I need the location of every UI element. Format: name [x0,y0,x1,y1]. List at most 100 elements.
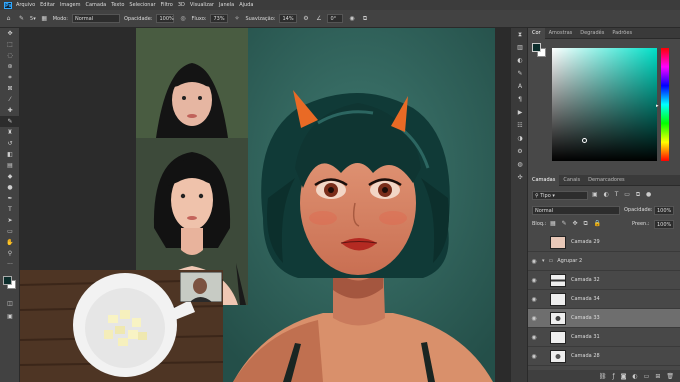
eraser-tool-icon[interactable]: ◧ [0,149,20,160]
airbrush-icon[interactable]: ✧ [232,14,241,23]
hue-slider[interactable] [661,48,669,161]
quick-select-tool-icon[interactable]: ⊛ [0,61,20,72]
new-layer-icon[interactable]: ⊞ [655,373,660,380]
adjustments-icon[interactable]: ◐ [511,54,529,67]
properties-icon[interactable]: ▥ [511,41,529,54]
layer-row[interactable]: ◉ Camada 31 [528,328,680,347]
angle-field[interactable]: 0° [327,14,344,23]
layer-filter-icons[interactable]: ▣ ◐ T ▭ ⧉ ● [592,191,653,199]
trash-icon[interactable]: 🗑 [666,373,674,380]
layer-opacity-field[interactable]: 100% [654,206,674,215]
frame-tool-icon[interactable]: ⊠ [0,83,20,94]
eye-icon[interactable]: ◉ [528,296,540,303]
layer-row-selected[interactable]: ◉ Camada 33 [528,309,680,328]
new-group-icon[interactable]: ▭ [644,373,650,380]
color-picker-handle[interactable] [582,138,587,143]
zoom-tool-icon[interactable]: ⚲ [0,248,20,259]
layer-row[interactable]: ◉ Camada 32 [528,271,680,290]
color-field[interactable] [552,48,657,161]
color-swatches[interactable] [3,276,17,290]
history-icon[interactable]: ⧗ [511,28,529,41]
menu-3d[interactable]: 3D [178,2,185,8]
tab-amostras[interactable]: Amostras [545,28,577,39]
eye-icon[interactable]: ◉ [528,258,540,265]
menu-arquivo[interactable]: Arquivo [16,2,35,8]
type-tool-icon[interactable]: T [0,204,20,215]
layer-filter-select[interactable]: ⚲ Tipo ▾ [532,191,588,200]
fill-field[interactable]: 100% [654,220,674,229]
hand-tool-icon[interactable]: ✋ [0,237,20,248]
move-tool-icon[interactable]: ✥ [0,28,20,39]
brush-tool-icon[interactable]: ✎ [0,116,20,127]
add-mask-icon[interactable]: ◙ [621,373,627,380]
character-icon[interactable]: A [511,80,529,93]
chevron-down-icon[interactable]: ▾ [542,258,545,264]
libraries-icon[interactable]: ☷ [511,119,529,132]
menu-janela[interactable]: Janela [219,2,234,8]
layer-group-row[interactable]: ◉ ▾ ▭ Agrupar 2 [528,252,680,271]
panel-foreground-swatch[interactable] [532,43,541,52]
channels-icon[interactable]: ◍ [511,158,529,171]
lock-icons[interactable]: ▦ ✎ ✥ ⧉ 🔒 [550,220,603,228]
path-select-tool-icon[interactable]: ➤ [0,215,20,226]
hue-slider-arrow-icon[interactable]: ▸ [656,103,659,109]
marquee-tool-icon[interactable]: ⬚ [0,39,20,50]
flow-field[interactable]: 73% [210,14,229,23]
eye-icon[interactable]: ◉ [528,315,540,322]
tool-presets-icon[interactable]: ⚙ [511,145,529,158]
dodge-tool-icon[interactable]: ● [0,182,20,193]
menu-filtro[interactable]: Filtro [161,2,173,8]
brush-size-picker[interactable]: 5 ▾ [30,16,36,22]
history-brush-tool-icon[interactable]: ↺ [0,138,20,149]
home-icon[interactable]: ⌂ [4,14,13,23]
menu-imagem[interactable]: Imagem [60,2,81,8]
foreground-color-swatch[interactable] [3,276,12,285]
gradient-tool-icon[interactable]: ▤ [0,160,20,171]
brush-settings-icon[interactable]: ▦ [40,14,49,23]
tab-degrades[interactable]: Degradês [576,28,608,39]
tab-camadas[interactable]: Camadas [528,174,560,186]
crop-tool-icon[interactable]: ⌗ [0,72,20,83]
styles-icon[interactable]: ◑ [511,132,529,145]
eye-icon[interactable]: ◉ [528,334,540,341]
pressure-opacity-icon[interactable]: ◎ [178,14,187,23]
menu-visualizar[interactable]: Visualizar [190,2,214,8]
actions-icon[interactable]: ▶ [511,106,529,119]
layer-row[interactable]: Camada 29 [528,233,680,252]
pen-tool-icon[interactable]: ✒ [0,193,20,204]
blur-tool-icon[interactable]: ◆ [0,171,20,182]
color-panel-swatches[interactable] [532,43,546,57]
smoothing-field[interactable]: 14% [279,14,298,23]
layer-row[interactable]: ◉ Camada 34 [528,290,680,309]
paths-icon[interactable]: ✣ [511,171,529,184]
healing-tool-icon[interactable]: ✚ [0,105,20,116]
eye-icon[interactable]: ◉ [528,353,540,360]
shape-tool-icon[interactable]: ▭ [0,226,20,237]
paragraph-icon[interactable]: ¶ [511,93,529,106]
layer-blend-mode-select[interactable]: Normal [532,206,620,215]
menu-camada[interactable]: Camada [85,2,106,8]
symmetry-icon[interactable]: ⧉ [360,14,369,23]
artwork-canvas[interactable] [223,28,495,382]
menu-editar[interactable]: Editar [40,2,55,8]
stamp-tool-icon[interactable]: ♜ [0,127,20,138]
menu-texto[interactable]: Texto [111,2,124,8]
layer-row[interactable]: ◉ Camada 28 [528,347,680,366]
brushes-icon[interactable]: ✎ [511,67,529,80]
opacity-field[interactable]: 100% [156,14,175,23]
more-tools-icon[interactable]: ··· [0,259,20,270]
screen-mode-icon[interactable]: ▣ [0,311,20,322]
menu-selecionar[interactable]: Selecionar [129,2,155,8]
lasso-tool-icon[interactable]: ◌ [0,50,20,61]
link-layers-icon[interactable]: ⛓ [599,373,607,380]
mode-select[interactable]: Normal [72,14,120,23]
tab-padroes[interactable]: Padrões [608,28,636,39]
brush-icon[interactable]: ✎ [17,14,26,23]
tab-demarcadores[interactable]: Demarcadores [584,175,628,186]
fx-icon[interactable]: ƒ [612,373,614,380]
tab-canais[interactable]: Canais [559,175,584,186]
eyedropper-tool-icon[interactable]: ⁄ [0,94,20,105]
tab-cor[interactable]: Cor [528,27,545,39]
quick-mask-icon[interactable]: ◫ [0,298,20,309]
pressure-size-icon[interactable]: ◉ [347,14,356,23]
